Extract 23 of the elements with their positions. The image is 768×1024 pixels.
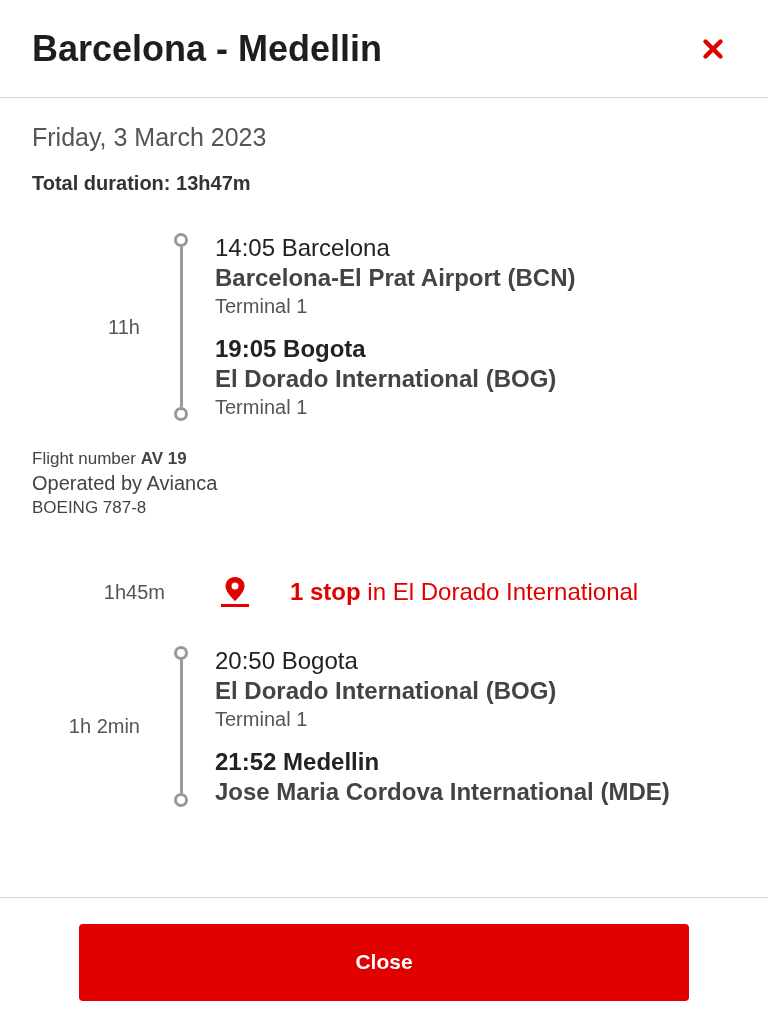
- total-duration: Total duration: 13h47m: [32, 172, 252, 195]
- aircraft: BOEING 787-8: [32, 498, 148, 518]
- airport-name: Barcelona-El Prat Airport (BCN): [215, 263, 577, 293]
- flight-number: Flight number AV 19: [32, 449, 188, 469]
- time-city: 14:05 Barcelona: [215, 233, 391, 263]
- segment-duration: 11h: [108, 315, 140, 339]
- terminal: Terminal 1: [215, 294, 309, 319]
- stop-duration: 1h45m: [102, 580, 165, 604]
- terminal: Terminal 1: [215, 395, 309, 420]
- flight-date: Friday, 3 March 2023: [32, 122, 268, 153]
- airport-name: Jose Maria Cordova International (MDE): [215, 777, 671, 807]
- time-city: 19:05 Bogota: [215, 334, 367, 364]
- terminal: Terminal 1: [215, 707, 309, 732]
- airport-name: El Dorado International (BOG): [215, 364, 558, 394]
- time-city: 21:52 Medellin: [215, 747, 381, 777]
- time-city: 20:50 Bogota: [215, 646, 359, 676]
- operator: Operated by Avianca: [32, 472, 219, 495]
- airport-name: El Dorado International (BOG): [215, 676, 558, 706]
- segment-duration: 1h 2min: [68, 715, 140, 738]
- location-pin-icon: [220, 576, 250, 608]
- dialog-title: Barcelona - Medellin: [32, 27, 383, 70]
- stop-info: 1 stop in El Dorado International: [290, 578, 639, 606]
- close-button[interactable]: Close: [79, 923, 689, 1001]
